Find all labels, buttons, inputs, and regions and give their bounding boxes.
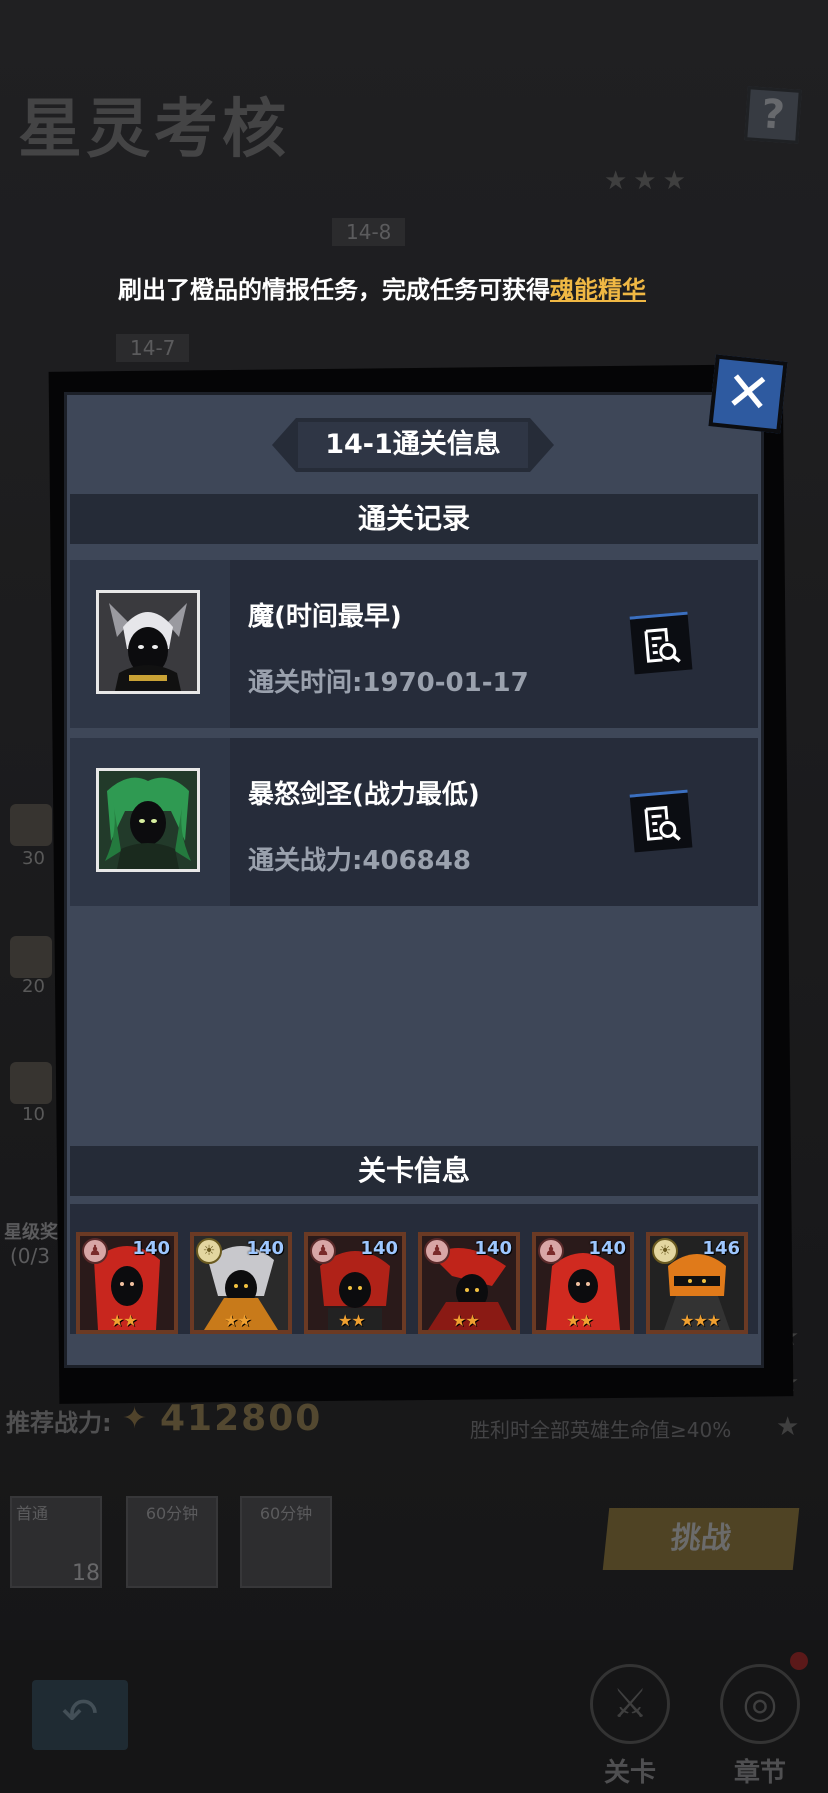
record-name: 魔(时间最早) (248, 602, 402, 632)
faction-icon: ♟ (538, 1238, 564, 1264)
enemy-hero-card[interactable]: ♟ 140 ★★ (304, 1232, 406, 1334)
enemy-hero-card[interactable]: ☀ 146 ★★★ (646, 1232, 748, 1334)
hero-level: 140 (588, 1238, 626, 1259)
faction-icon: ♟ (424, 1238, 450, 1264)
avatar[interactable] (96, 768, 200, 872)
hero-stars: ★★ (110, 1311, 138, 1330)
hero-level: 146 (702, 1238, 740, 1259)
banner-highlight[interactable]: 魂能精华 (550, 276, 646, 304)
view-record-icon[interactable] (629, 789, 693, 853)
close-icon[interactable]: ✕ (708, 354, 788, 434)
hero-stars: ★★★ (680, 1311, 721, 1330)
enemy-lineup: ♟ 140 ★★ ☀ 140 ★★ ♟ 140 ★★ ♟ 140 ★★ ♟ 14… (70, 1204, 758, 1334)
view-record-icon[interactable] (629, 611, 693, 675)
record-detail: 通关时间:1970-01-17 (248, 668, 529, 698)
modal-title: 14-1通关信息 (325, 429, 501, 460)
hero-stars: ★★ (224, 1311, 252, 1330)
faction-icon: ♟ (310, 1238, 336, 1264)
faction-icon: ☀ (652, 1238, 678, 1264)
clear-record-row: 魔(时间最早) 通关时间:1970-01-17 (70, 560, 758, 728)
record-detail: 通关战力:406848 (248, 846, 471, 876)
faction-icon: ☀ (196, 1238, 222, 1264)
announcement-banner: 刷出了橙品的情报任务，完成任务可获得魂能精华 (118, 270, 708, 304)
hero-level: 140 (474, 1238, 512, 1259)
enemy-hero-card[interactable]: ♟ 140 ★★ (76, 1232, 178, 1334)
enemy-hero-card[interactable]: ♟ 140 ★★ (418, 1232, 520, 1334)
clear-record-row: 暴怒剑圣(战力最低) 通关战力:406848 (70, 738, 758, 906)
banner-text: 刷出了橙品的情报任务，完成任务可获得 (118, 276, 550, 304)
faction-icon: ♟ (82, 1238, 108, 1264)
records-header: 通关记录 (70, 494, 758, 544)
stage-info-header: 关卡信息 (70, 1146, 758, 1196)
hero-stars: ★★ (452, 1311, 480, 1330)
hero-stars: ★★ (338, 1311, 366, 1330)
hero-level: 140 (246, 1238, 284, 1259)
hero-level: 140 (360, 1238, 398, 1259)
record-name: 暴怒剑圣(战力最低) (248, 780, 480, 810)
avatar[interactable] (96, 590, 200, 694)
hero-level: 140 (132, 1238, 170, 1259)
enemy-hero-card[interactable]: ♟ 140 ★★ (532, 1232, 634, 1334)
enemy-hero-card[interactable]: ☀ 140 ★★ (190, 1232, 292, 1334)
hero-stars: ★★ (566, 1311, 594, 1330)
